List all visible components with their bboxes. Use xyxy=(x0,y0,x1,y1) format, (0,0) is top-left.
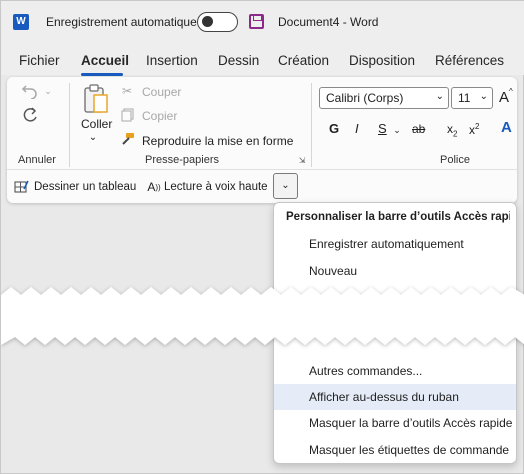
menu-item-autosave[interactable]: Enregistrer automatiquement xyxy=(274,231,516,257)
tab-accueil[interactable]: Accueil xyxy=(81,53,129,68)
redo-icon[interactable] xyxy=(19,105,41,125)
title-bar: W Enregistrement automatique Document4 -… xyxy=(1,1,524,43)
grow-font-caret-icon: ^ xyxy=(509,87,513,96)
grow-font-button[interactable]: A xyxy=(499,89,509,106)
scissors-icon: ✂ xyxy=(121,84,133,98)
customize-qat-button[interactable]: ⌄ xyxy=(273,173,298,199)
subscript-mark: 2 xyxy=(453,129,458,139)
copy-icon xyxy=(120,108,134,122)
clipboard-launcher-icon[interactable]: ⇲ xyxy=(297,155,307,165)
active-tab-indicator xyxy=(81,73,123,76)
format-painter-icon xyxy=(119,132,135,146)
app-window: W Enregistrement automatique Document4 -… xyxy=(0,0,524,474)
superscript-button[interactable]: x2 xyxy=(469,122,479,137)
autosave-toggle[interactable] xyxy=(197,12,238,32)
ribbon-tabs: Fichier Accueil Insertion Dessin Créatio… xyxy=(1,43,524,76)
chevron-down-icon: ⌄ xyxy=(281,180,290,191)
tab-insertion[interactable]: Insertion xyxy=(146,53,198,68)
bold-button[interactable]: G xyxy=(329,121,339,136)
paste-dropdown-icon[interactable]: ⌄ xyxy=(87,131,99,143)
draw-table-button[interactable]: Dessiner un tableau xyxy=(34,181,136,193)
subscript-button[interactable]: x2 xyxy=(447,122,457,138)
font-size-select[interactable]: 11 ⌄ xyxy=(451,87,493,109)
tab-dessin[interactable]: Dessin xyxy=(218,53,259,68)
menu-item-hide-labels[interactable]: Masquer les étiquettes de commande xyxy=(274,437,516,463)
draw-table-icon xyxy=(13,179,29,194)
autosave-label: Enregistrement automatique xyxy=(46,15,197,29)
torn-edge-separator xyxy=(1,287,524,345)
paste-icon[interactable] xyxy=(81,83,111,115)
format-painter-button[interactable]: Reproduire la mise en forme xyxy=(142,134,293,148)
chevron-down-icon: ⌄ xyxy=(435,91,444,102)
group-label-clipboard: Presse-papiers xyxy=(145,154,219,166)
save-icon[interactable] xyxy=(249,14,264,29)
italic-button[interactable]: I xyxy=(355,121,359,136)
cut-button[interactable]: Couper xyxy=(142,85,181,99)
paste-button[interactable]: Coller xyxy=(81,117,112,131)
superscript-mark: 2 xyxy=(475,122,480,131)
tab-disposition[interactable]: Disposition xyxy=(349,53,415,68)
tab-creation[interactable]: Création xyxy=(278,53,329,68)
font-name-select[interactable]: Calibri (Corps) ⌄ xyxy=(319,87,449,109)
font-size-value: 11 xyxy=(458,91,471,105)
underline-button[interactable]: S xyxy=(378,121,387,136)
font-name-value: Calibri (Corps) xyxy=(326,91,404,105)
menu-header: Personnaliser la barre d’outils Accès ra… xyxy=(286,211,510,223)
undo-icon[interactable] xyxy=(19,81,41,101)
group-label-undo: Annuler xyxy=(18,154,56,166)
menu-item-hide-qat[interactable]: Masquer la barre d’outils Accès rapide xyxy=(274,410,516,436)
word-logo-icon: W xyxy=(13,14,29,30)
read-aloud-button[interactable]: Lecture à voix haute xyxy=(164,181,268,193)
group-separator xyxy=(69,83,70,167)
undo-dropdown-icon[interactable]: ⌄ xyxy=(43,85,53,97)
ribbon-qat-divider xyxy=(7,169,517,170)
strikethrough-button[interactable]: ab xyxy=(412,122,425,136)
text-effects-button[interactable]: A xyxy=(501,119,512,136)
chevron-down-icon: ⌄ xyxy=(479,91,488,102)
document-title: Document4 - Word xyxy=(278,15,379,29)
menu-item-show-above-ribbon[interactable]: Afficher au-dessus du ruban xyxy=(274,384,516,410)
copy-button[interactable]: Copier xyxy=(142,109,177,123)
group-separator xyxy=(311,83,312,167)
underline-dropdown-icon[interactable]: ⌄ xyxy=(392,125,402,135)
toggle-knob xyxy=(202,16,213,27)
group-label-font: Police xyxy=(440,154,470,166)
menu-item-more-commands[interactable]: Autres commandes... xyxy=(274,358,516,384)
read-aloud-icon: A)) xyxy=(147,180,161,194)
tab-references[interactable]: Références xyxy=(435,53,504,68)
tab-fichier[interactable]: Fichier xyxy=(19,53,60,68)
